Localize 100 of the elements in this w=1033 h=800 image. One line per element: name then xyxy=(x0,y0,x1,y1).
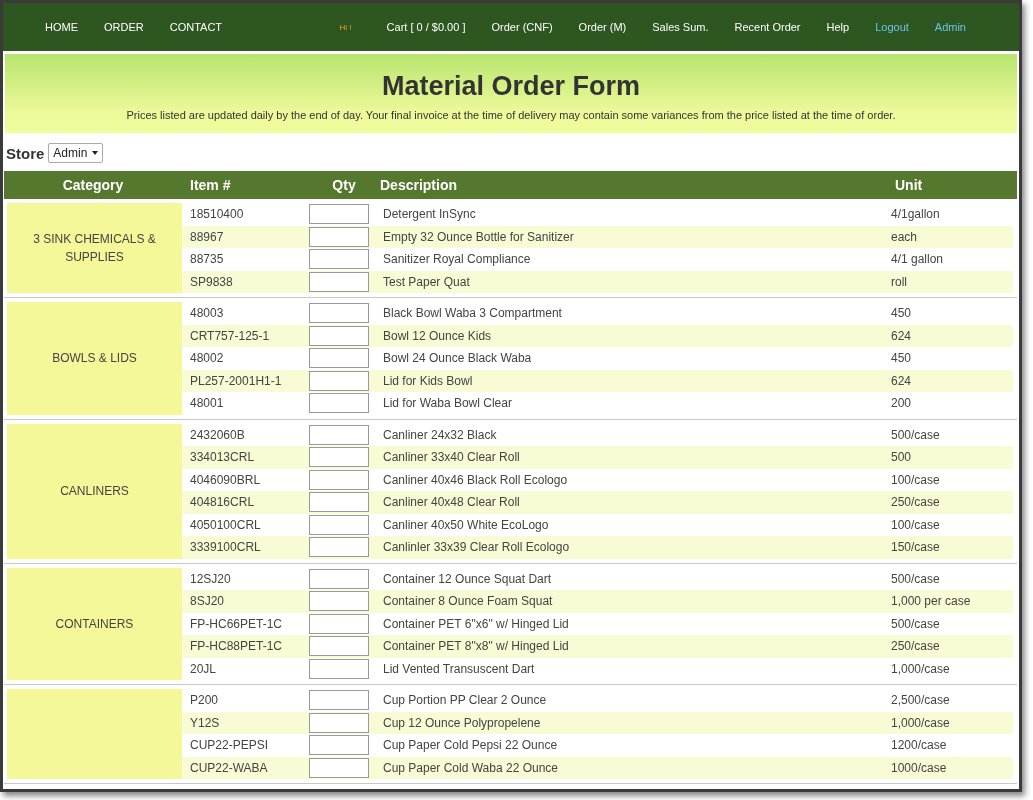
item-number: 8SJ20 xyxy=(189,594,225,609)
item-number: Y12S xyxy=(189,715,220,730)
column-header: Qty xyxy=(332,177,356,193)
qty-field[interactable] xyxy=(309,303,369,324)
item-unit: 624 xyxy=(890,328,912,343)
nav-link[interactable]: HOME xyxy=(45,21,91,33)
qty-field[interactable] xyxy=(309,325,369,346)
qty-field[interactable] xyxy=(309,735,369,756)
item-unit: 4/1gallon xyxy=(890,207,940,222)
store-label: Store xyxy=(6,144,45,162)
item-number: 2432060B xyxy=(189,427,245,442)
item-number: 48002 xyxy=(189,351,224,366)
category-cell: CONTAINERS xyxy=(7,567,182,680)
nav-link[interactable]: Help xyxy=(813,21,863,33)
column-header: Description xyxy=(379,177,457,193)
qty-field[interactable] xyxy=(309,447,369,468)
column-header: Item # xyxy=(189,177,231,193)
qty-field[interactable] xyxy=(309,712,369,733)
qty-field[interactable] xyxy=(309,348,369,369)
qty-field[interactable] xyxy=(309,537,369,558)
item-number: 88735 xyxy=(189,252,224,267)
item-description: Canlinler 33x39 Clear Roll Ecologo xyxy=(382,540,570,555)
qty-field[interactable] xyxy=(309,757,369,778)
item-number: FP-HC88PET-1C xyxy=(189,639,283,654)
item-number: FP-HC66PET-1C xyxy=(189,616,283,631)
qty-field[interactable] xyxy=(309,271,369,292)
item-unit: roll xyxy=(890,274,907,289)
greeting-text: Hi ! xyxy=(339,22,353,32)
nav-link[interactable]: Order (CNF) xyxy=(478,21,566,33)
nav-link[interactable]: Order (M) xyxy=(565,21,640,33)
qty-field[interactable] xyxy=(309,469,369,490)
nav-link[interactable]: CONTACT xyxy=(156,21,236,33)
item-unit: 624 xyxy=(890,373,912,388)
item-unit: 1000/case xyxy=(890,760,947,775)
qty-field[interactable] xyxy=(309,204,369,225)
qty-field[interactable] xyxy=(309,690,369,711)
qty-field[interactable] xyxy=(309,636,369,657)
item-unit: 2,500/case xyxy=(890,693,950,708)
item-description: Container PET 6"x6" w/ Hinged Lid xyxy=(382,616,569,631)
item-description: Canliner 33x40 Clear Roll xyxy=(382,450,520,465)
item-unit: 1,000/case xyxy=(890,661,950,676)
qty-field[interactable] xyxy=(309,393,369,414)
item-unit: 4/1 gallon xyxy=(890,252,944,267)
nav-link[interactable]: Sales Sum. xyxy=(639,21,722,33)
qty-field[interactable] xyxy=(309,568,369,589)
qty-field[interactable] xyxy=(309,370,369,391)
item-unit: 450 xyxy=(890,351,912,366)
item-description: Container PET 8"x8" w/ Hinged Lid xyxy=(382,639,569,654)
item-unit: 500/case xyxy=(890,616,940,631)
category-cell: CANLINERS xyxy=(7,423,182,559)
item-description: Empty 32 Ounce Bottle for Sanitizer xyxy=(382,229,574,244)
item-description: Cup Paper Cold Waba 22 Ounce xyxy=(382,760,558,775)
qty-field[interactable] xyxy=(309,591,369,612)
item-description: Lid Vented Transuscent Dart xyxy=(382,661,535,676)
item-unit: 100/case xyxy=(890,517,940,532)
item-description: Cup 12 Ounce Polypropelene xyxy=(382,715,541,730)
page-title: Material Order Form xyxy=(381,71,641,102)
item-description: Lid for Kids Bowl xyxy=(382,373,473,388)
item-description: Sanitizer Royal Compliance xyxy=(382,252,531,267)
item-description: Black Bowl Waba 3 Compartment xyxy=(382,306,562,321)
qty-field[interactable] xyxy=(309,424,369,445)
qty-field[interactable] xyxy=(309,492,369,513)
item-unit: 500/case xyxy=(890,427,940,442)
qty-field[interactable] xyxy=(309,249,369,270)
nav-link[interactable]: Cart [ 0 / $0.00 ] xyxy=(373,21,479,33)
nav-link[interactable]: Admin xyxy=(921,21,979,33)
item-description: Canliner 24x32 Black xyxy=(382,427,497,442)
category-cell: 3 SINK CHEMICALS & SUPPLIES xyxy=(7,203,182,293)
column-header: Category xyxy=(62,177,124,193)
item-unit: 1,000 per case xyxy=(890,594,971,609)
item-number: 404816CRL xyxy=(189,495,255,510)
item-unit: 150/case xyxy=(890,540,940,555)
item-description: Cup Portion PP Clear 2 Ounce xyxy=(382,693,547,708)
item-unit: 1,000/case xyxy=(890,715,950,730)
qty-field[interactable] xyxy=(309,514,369,535)
item-number: 18510400 xyxy=(189,207,244,222)
store-select[interactable]: Admin xyxy=(48,143,104,163)
item-unit: 1200/case xyxy=(890,738,947,753)
qty-field[interactable] xyxy=(309,658,369,679)
column-header: Unit xyxy=(894,177,923,193)
item-number: CUP22-WABA xyxy=(189,760,268,775)
item-description: Container 8 Ounce Foam Squat xyxy=(382,594,553,609)
item-unit: 100/case xyxy=(890,472,940,487)
qty-field[interactable] xyxy=(309,613,369,634)
item-number: CRT757-125-1 xyxy=(189,328,270,343)
item-description: Test Paper Quat xyxy=(382,274,470,289)
qty-field[interactable] xyxy=(309,226,369,247)
item-number: 12SJ20 xyxy=(189,571,231,586)
nav-link[interactable]: ORDER xyxy=(91,21,157,33)
item-description: Lid for Waba Bowl Clear xyxy=(382,396,512,411)
item-unit: each xyxy=(890,229,918,244)
item-description: Detergent InSync xyxy=(382,207,476,222)
item-unit: 450 xyxy=(890,306,912,321)
item-description: Canliner 40x46 Black Roll Ecologo xyxy=(382,472,568,487)
nav-link[interactable]: Recent Order xyxy=(721,21,814,33)
item-number: P200 xyxy=(189,693,219,708)
item-unit: 250/case xyxy=(890,495,940,510)
item-number: 20JL xyxy=(189,661,217,676)
nav-link[interactable]: Logout xyxy=(862,21,922,33)
item-number: 4050100CRL xyxy=(189,517,261,532)
